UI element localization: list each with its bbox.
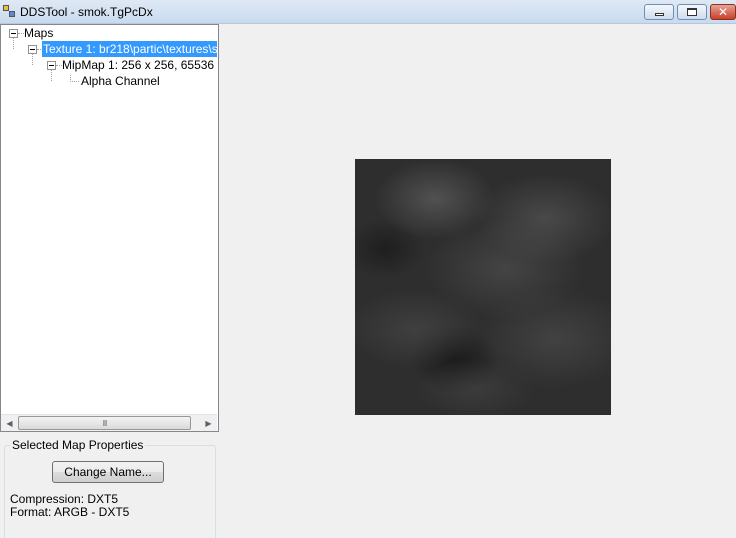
collapse-maps-toggle[interactable] xyxy=(9,29,18,38)
tree-node-texture[interactable]: Texture 1: br218\partic\textures\smok xyxy=(42,41,217,57)
collapse-texture-toggle[interactable] xyxy=(28,45,37,54)
change-name-button[interactable]: Change Name... xyxy=(52,461,164,483)
format-label: Format: ARGB - DXT5 xyxy=(10,505,130,519)
close-icon: ✕ xyxy=(717,5,729,19)
app-icon xyxy=(3,5,17,18)
tree-connector xyxy=(32,54,33,65)
scroll-left-arrow-icon[interactable]: ◀ xyxy=(1,415,18,432)
tree-connector xyxy=(13,38,14,49)
tree-node-maps[interactable]: Maps xyxy=(24,25,53,41)
maps-tree[interactable]: Maps Texture 1: br218\partic\textures\sm… xyxy=(0,24,219,432)
tree-node-alpha-channel[interactable]: Alpha Channel xyxy=(81,73,160,89)
tree-connector xyxy=(51,70,52,81)
scroll-right-arrow-icon[interactable]: ▶ xyxy=(200,415,217,432)
collapse-mipmap-toggle[interactable] xyxy=(47,61,56,70)
compression-label: Compression: DXT5 xyxy=(10,492,119,506)
tree-node-mipmap[interactable]: MipMap 1: 256 x 256, 65536 bytes xyxy=(62,57,218,73)
selected-map-properties-group: Selected Map Properties Change Name... C… xyxy=(4,438,216,538)
window-title: DDSTool - smok.TgPcDx xyxy=(20,5,153,19)
group-title: Selected Map Properties xyxy=(10,438,146,452)
title-bar: DDSTool - smok.TgPcDx ✕ xyxy=(0,0,736,24)
close-button[interactable]: ✕ xyxy=(710,4,736,20)
scrollbar-thumb[interactable]: III xyxy=(18,416,191,430)
maximize-icon xyxy=(687,8,697,16)
tree-horizontal-scrollbar[interactable]: ◀ III ▶ xyxy=(1,414,217,431)
minimize-button[interactable] xyxy=(644,4,674,20)
tree-connector xyxy=(70,81,79,82)
texture-preview-image xyxy=(355,159,611,415)
minimize-icon xyxy=(654,13,664,16)
maximize-button[interactable] xyxy=(677,4,707,20)
